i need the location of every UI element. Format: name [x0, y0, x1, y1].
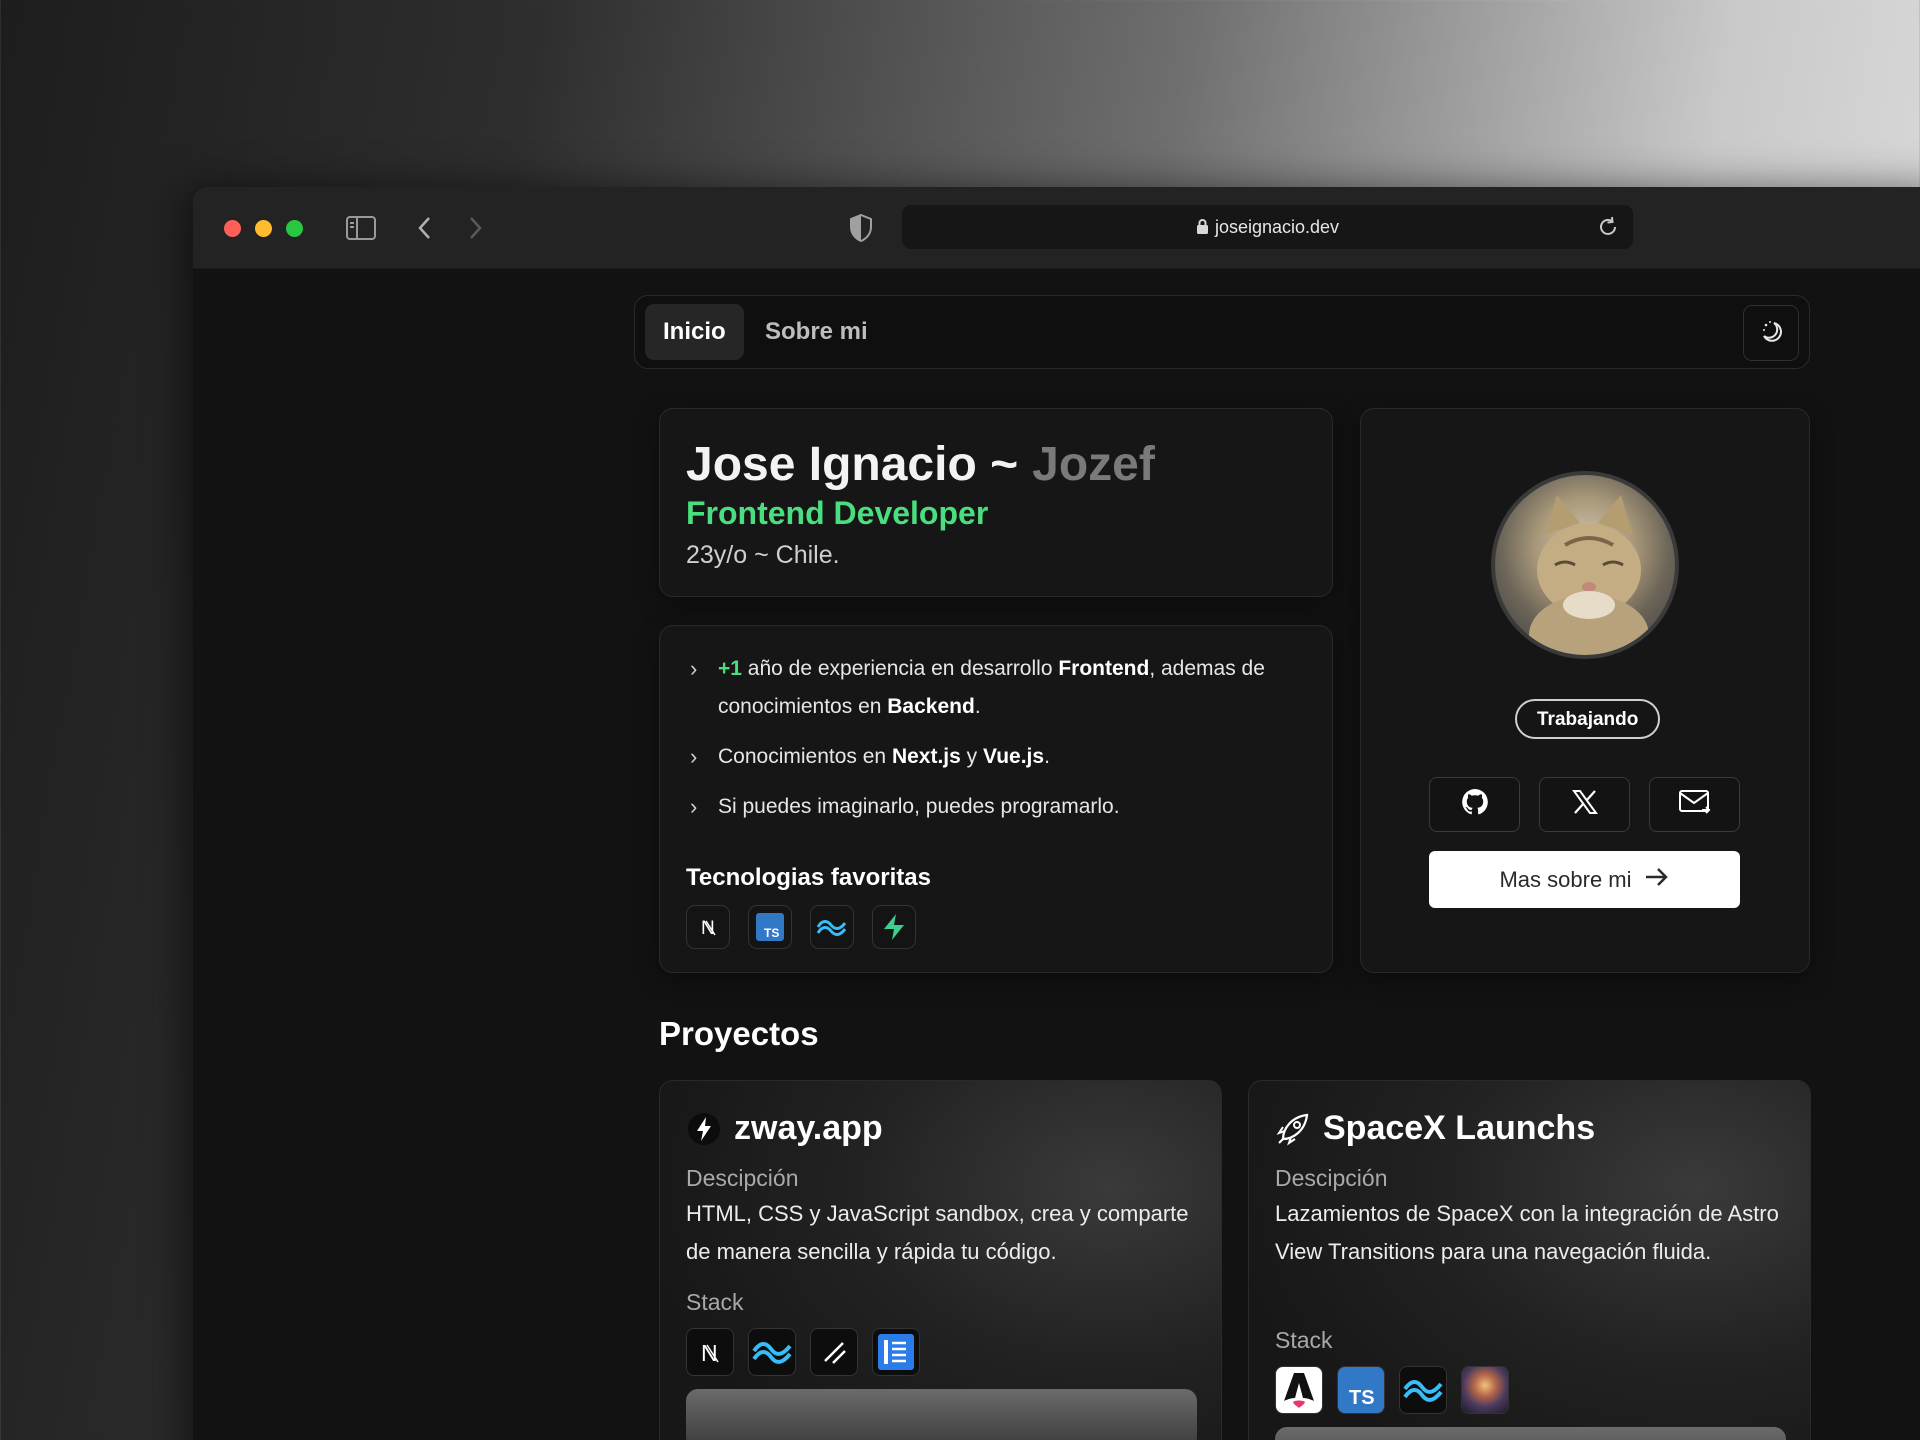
project-description: HTML, CSS y JavaScript sandbox, crea y c… — [686, 1201, 1189, 1264]
url-text: joseignacio.dev — [902, 217, 1633, 240]
shield-icon[interactable] — [849, 213, 873, 248]
nextjs-icon[interactable]: N — [686, 905, 730, 949]
page-title: Jose Ignacio ~ Jozef — [686, 437, 1155, 492]
favorites-title: Tecnologias favoritas — [686, 864, 931, 891]
chevron-right-icon: › — [690, 794, 698, 819]
bullet-strong: Backend — [887, 695, 975, 718]
typescript-icon: TS — [1337, 1366, 1385, 1414]
experience-highlight: +1 — [718, 657, 742, 680]
space-image-icon — [1461, 1366, 1509, 1414]
intro-card: Jose Ignacio ~ Jozef Frontend Developer 2… — [659, 408, 1333, 597]
chevron-right-icon: › — [690, 656, 698, 681]
project-title[interactable]: zway.app — [734, 1109, 883, 1148]
astro-icon — [1275, 1366, 1323, 1414]
more-button-label: Mas sobre mi — [1499, 866, 1632, 892]
reload-icon[interactable] — [1597, 216, 1619, 243]
description-label: Descipción — [1275, 1165, 1388, 1191]
url-label: joseignacio.dev — [1214, 217, 1340, 237]
address-bar[interactable]: joseignacio.dev — [902, 205, 1633, 249]
tab-sobre-mi[interactable]: Sobre mi — [747, 304, 886, 360]
browser-toolbar: joseignacio.dev — [193, 187, 1920, 269]
about-card: › +1 año de experiencia en desarrollo Fr… — [659, 625, 1333, 973]
top-nav: Inicio Sobre mi — [634, 295, 1810, 369]
role-title: Frontend Developer — [686, 495, 989, 531]
description-label: Descipción — [686, 1165, 799, 1191]
svg-text:N: N — [701, 1340, 718, 1366]
project-card-zway[interactable]: zway.app Descipción HTML, CSS y JavaScri… — [659, 1080, 1222, 1440]
tailwind-icon[interactable] — [810, 905, 854, 949]
svg-text:TS: TS — [764, 926, 779, 940]
projects-title: Proyectos — [659, 1015, 819, 1052]
minimize-window-button[interactable] — [255, 220, 272, 237]
bullet-text: año de experiencia en desarrollo — [741, 657, 1059, 680]
mail-icon — [1678, 788, 1712, 821]
forward-icon[interactable] — [465, 215, 485, 246]
back-icon[interactable] — [415, 215, 435, 246]
tailwind-icon — [1399, 1366, 1447, 1414]
alias: Jozef — [1032, 438, 1155, 491]
bullet-text: y — [960, 745, 983, 768]
library-icon — [872, 1328, 920, 1376]
about-bullet-1: +1 año de experiencia en desarrollo Fron… — [718, 650, 1308, 726]
x-icon — [1571, 788, 1599, 821]
tab-inicio[interactable]: Inicio — [645, 304, 744, 360]
more-about-me-button[interactable]: Mas sobre mi — [1429, 851, 1740, 908]
github-button[interactable] — [1429, 777, 1520, 832]
rocket-icon — [1275, 1111, 1311, 1147]
svg-text:TS: TS — [1349, 1387, 1375, 1409]
sidebar-toggle-icon[interactable] — [345, 214, 377, 247]
project-description: Lazamientos de SpaceX con la integración… — [1275, 1201, 1779, 1264]
lock-icon — [1196, 218, 1209, 240]
project-card-spacex[interactable]: SpaceX Launchs Descipción Lazamientos de… — [1248, 1080, 1811, 1440]
stack-label: Stack — [686, 1289, 744, 1315]
bullet-text: Conocimientos en — [718, 745, 892, 768]
bullet-text: . — [1044, 745, 1050, 768]
location-text: 23y/o ~ Chile. — [686, 541, 840, 569]
project-screenshot[interactable] — [1275, 1427, 1786, 1440]
stack-label: Stack — [1275, 1327, 1333, 1353]
bullet-strong: Frontend — [1058, 657, 1150, 680]
bullet-text: . — [974, 695, 981, 718]
status-badge: Trabajando — [1515, 699, 1661, 739]
email-button[interactable] — [1649, 777, 1740, 832]
tailwind-icon — [748, 1328, 796, 1376]
typescript-icon[interactable]: TS — [748, 905, 792, 949]
maximize-window-button[interactable] — [286, 220, 303, 237]
profile-card: Trabajando Mas sobre mi — [1360, 408, 1810, 973]
close-window-button[interactable] — [224, 220, 241, 237]
theme-toggle-button[interactable] — [1743, 305, 1799, 361]
page-content: Inicio Sobre mi Jose Ignacio ~ Jozef Fron… — [193, 269, 1920, 1440]
github-icon — [1459, 786, 1491, 823]
project-screenshot[interactable] — [686, 1389, 1197, 1440]
bullet-strong: Next.js — [891, 745, 961, 768]
project-title[interactable]: SpaceX Launchs — [1323, 1109, 1595, 1148]
bullet-strong: Vue.js — [982, 745, 1045, 768]
arrow-right-icon — [1644, 866, 1670, 894]
chevron-right-icon: › — [690, 744, 698, 769]
avatar — [1491, 471, 1679, 659]
shadcn-icon — [810, 1328, 858, 1376]
browser-window: joseignacio.dev Inicio Sobre mi Jose Ign… — [193, 187, 1920, 1440]
about-bullet-3: Si puedes imaginarlo, puedes programarlo… — [718, 795, 1120, 818]
nextjs-icon: N — [686, 1328, 734, 1376]
moon-stars-icon — [1757, 317, 1785, 350]
about-bullet-2: Conocimientos en Next.js y Vue.js. — [718, 738, 1308, 776]
x-twitter-button[interactable] — [1539, 777, 1630, 832]
full-name: Jose Ignacio ~ — [686, 438, 1019, 491]
bolt-icon — [686, 1111, 722, 1147]
supabase-icon[interactable] — [872, 905, 916, 949]
svg-text:N: N — [701, 918, 715, 939]
